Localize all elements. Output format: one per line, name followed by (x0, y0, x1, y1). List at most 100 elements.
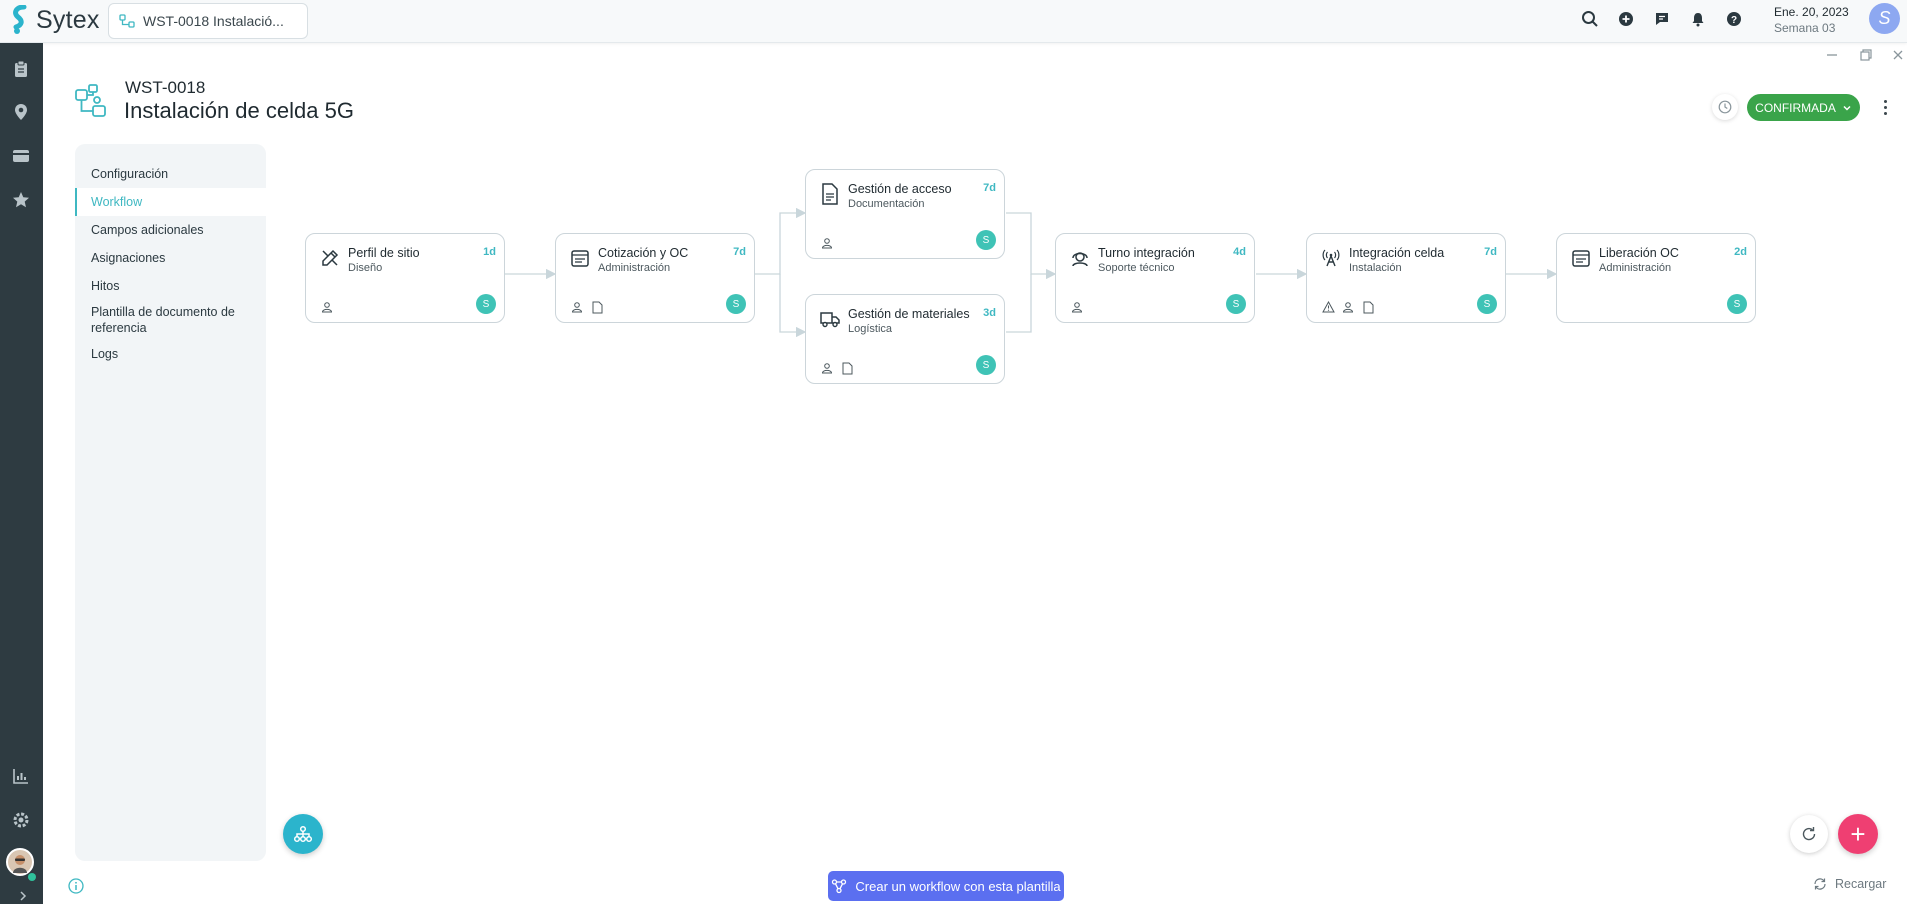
assignee-avatar[interactable]: S (976, 355, 996, 375)
user-icon (570, 300, 584, 314)
template-side-menu: Configuración Workflow Campos adicionale… (75, 144, 266, 861)
profile-avatar[interactable] (6, 848, 34, 876)
reload-button[interactable]: Recargar (1813, 877, 1886, 891)
headset-icon (1069, 247, 1091, 269)
app-logo[interactable]: Sytex (10, 5, 100, 35)
workflow-canvas: Perfil de sitio Diseño 1d S Cotización y… (266, 144, 1907, 864)
clipboard-icon[interactable] (11, 59, 31, 79)
node-subtitle: Administración (1599, 262, 1672, 274)
node-title: Gestión de acceso (848, 182, 952, 196)
workflow-icon (832, 879, 847, 894)
antenna-icon (1320, 247, 1342, 269)
node-duration: 7d (983, 182, 996, 194)
more-options-button[interactable] (1878, 96, 1892, 118)
workflow-node-gestion-de-materiales[interactable]: Gestión de materiales Logística 3d S (805, 294, 1005, 384)
menu-item-campos-adicionales[interactable]: Campos adicionales (75, 216, 266, 244)
star-icon[interactable] (11, 190, 31, 210)
org-chart-icon (293, 825, 313, 843)
assignee-avatar[interactable]: S (726, 294, 746, 314)
search-icon[interactable] (1581, 10, 1599, 28)
workflow-node-perfil-de-sitio[interactable]: Perfil de sitio Diseño 1d S (305, 233, 505, 323)
assignee-avatar[interactable]: S (976, 230, 996, 250)
workflow-node-turno-integracion[interactable]: Turno integración Soporte técnico 4d S (1055, 233, 1255, 323)
refresh-button[interactable] (1790, 815, 1828, 853)
sytex-logo-icon (13, 5, 27, 34)
add-circle-icon[interactable] (1617, 10, 1635, 28)
reload-icon (1814, 878, 1826, 890)
user-avatar[interactable]: S (1869, 3, 1900, 34)
assignee-avatar[interactable]: S (1727, 294, 1747, 314)
node-title: Liberación OC (1599, 246, 1679, 260)
online-status-dot (28, 873, 36, 881)
info-icon[interactable] (68, 878, 84, 894)
document-icon (1361, 300, 1375, 314)
map-pin-icon[interactable] (11, 102, 31, 122)
assignee-avatar[interactable]: S (1226, 294, 1246, 314)
bell-icon[interactable] (1689, 10, 1707, 28)
node-duration: 4d (1233, 246, 1246, 258)
node-title: Cotización y OC (598, 246, 689, 260)
layout-button[interactable] (283, 814, 323, 854)
menu-item-configuracion[interactable]: Configuración (75, 160, 266, 188)
truck-icon (819, 308, 841, 330)
form-icon (569, 247, 591, 269)
create-workflow-label: Crear un workflow con esta plantilla (855, 878, 1061, 894)
workflow-template-icon (119, 14, 135, 28)
node-duration: 2d (1734, 246, 1747, 258)
current-date: Ene. 20, 2023 (1774, 5, 1849, 19)
template-code: WST-0018 (125, 78, 206, 97)
node-subtitle: Soporte técnico (1098, 262, 1175, 274)
node-subtitle: Documentación (848, 198, 925, 210)
workflow-node-integracion-celda[interactable]: Integración celda Instalación 7d S (1306, 233, 1506, 323)
open-tab[interactable]: WST-0018 Instalació... (108, 3, 308, 39)
user-icon (320, 300, 334, 314)
chart-icon[interactable] (11, 766, 31, 786)
tab-label: WST-0018 Instalació... (143, 13, 284, 29)
node-title: Integración celda (1349, 246, 1445, 260)
history-button[interactable] (1712, 94, 1738, 120)
document-icon (819, 183, 841, 205)
current-week: Semana 03 (1774, 21, 1836, 35)
date-display: Ene. 20, 2023 Semana 03 (1774, 4, 1849, 36)
node-duration: 3d (983, 307, 996, 319)
chevron-right-icon[interactable] (13, 886, 33, 904)
node-duration: 7d (1484, 246, 1497, 258)
node-subtitle: Logística (848, 323, 893, 335)
nav-rail (0, 43, 43, 904)
close-icon[interactable] (1891, 48, 1905, 62)
user-icon (1341, 300, 1355, 314)
menu-item-logs[interactable]: Logs (75, 340, 266, 368)
workflow-node-gestion-de-acceso[interactable]: Gestión de acceso Documentación 7d S (805, 169, 1005, 259)
help-icon[interactable]: ? (1725, 10, 1743, 28)
restore-icon[interactable] (1859, 48, 1873, 62)
minimize-icon[interactable] (1825, 48, 1839, 62)
pencil-ruler-icon (319, 247, 341, 269)
assignee-avatar[interactable]: S (476, 294, 496, 314)
document-icon (590, 300, 604, 314)
top-bar: Sytex WST-0018 Instalació... ? Ene. 20, … (0, 0, 1907, 43)
warning-icon (1321, 300, 1335, 314)
node-subtitle: Diseño (348, 262, 383, 274)
node-duration: 1d (483, 246, 496, 258)
wallet-icon[interactable] (11, 146, 31, 166)
user-icon (820, 361, 834, 375)
create-workflow-button[interactable]: Crear un workflow con esta plantilla (828, 871, 1064, 901)
node-title: Perfil de sitio (348, 246, 420, 260)
gear-icon[interactable] (11, 810, 31, 830)
menu-item-plantilla-documento[interactable]: Plantilla de documento de referencia (75, 300, 266, 340)
menu-item-workflow[interactable]: Workflow (75, 188, 266, 216)
menu-item-hitos[interactable]: Hitos (75, 272, 266, 300)
node-title: Turno integración (1098, 246, 1195, 260)
add-button[interactable]: + (1838, 814, 1878, 854)
refresh-icon (1802, 827, 1816, 841)
chevron-down-icon (1843, 105, 1851, 111)
chat-icon[interactable] (1653, 10, 1671, 28)
status-dropdown[interactable]: CONFIRMADA (1747, 94, 1860, 121)
workflow-node-liberacion-oc[interactable]: Liberación OC Administración 2d S (1556, 233, 1756, 323)
assignee-avatar[interactable]: S (1477, 294, 1497, 314)
page-title: Instalación de celda 5G (124, 98, 354, 123)
form-icon (1570, 247, 1592, 269)
workflow-node-cotizacion-y-oc[interactable]: Cotización y OC Administración 7d S (555, 233, 755, 323)
top-actions: ? (1581, 10, 1743, 28)
menu-item-asignaciones[interactable]: Asignaciones (75, 244, 266, 272)
